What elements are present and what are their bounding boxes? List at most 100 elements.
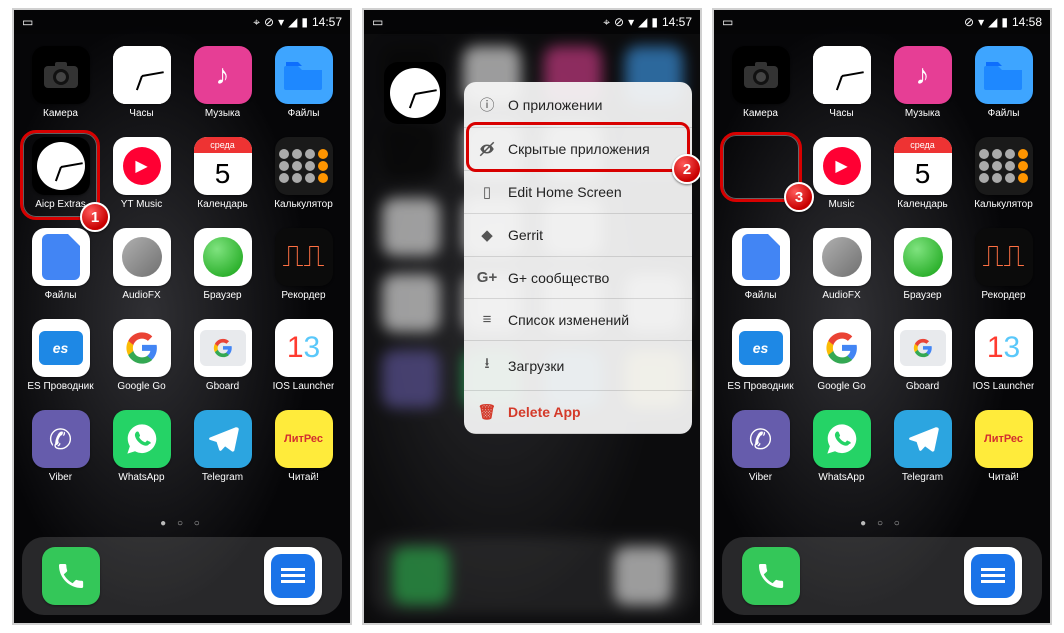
app-label: Читай! (988, 472, 1019, 483)
app-telegram[interactable]: Telegram (186, 410, 259, 483)
menu-label: Delete App (508, 404, 581, 420)
phone-screen-1: ▭ ⌖ ⊘ ▾ ◢ ▮ 14:57 Камера Часы ♪ Музыка (12, 8, 352, 625)
music-icon: ♪ (894, 46, 952, 104)
app-label: Камера (43, 108, 78, 119)
app-gboard[interactable]: Gboard (886, 319, 959, 392)
location-icon: ⌖ (253, 16, 260, 28)
phone-screen-2: ▭ ⌖ ⊘ ▾ ◢ ▮ 14:57 (362, 8, 702, 625)
app-recorder[interactable]: ⎍⎍Рекордер (967, 228, 1040, 301)
menu-edit-home[interactable]: ▯ Edit Home Screen (464, 171, 692, 214)
app-label: Viber (749, 472, 772, 483)
app-label: Gboard (206, 381, 239, 392)
app-label: Telegram (202, 472, 243, 483)
app-calculator[interactable]: Калькулятор (967, 137, 1040, 210)
dock (722, 537, 1042, 615)
home-grid: Камера Часы ♪ Музыка Файлы Aicp Extras ▶… (14, 34, 350, 483)
app-google-go[interactable]: Google Go (105, 319, 178, 392)
app-camera[interactable]: Камера (724, 46, 797, 119)
app-label: Файлы (288, 108, 320, 119)
app-music[interactable]: ♪ Музыка (886, 46, 959, 119)
app-label: Viber (49, 472, 72, 483)
app-files[interactable]: Файлы (967, 46, 1040, 119)
menu-gerrit[interactable]: ◆ Gerrit (464, 214, 692, 257)
telegram-icon (894, 410, 952, 468)
folder-icon (975, 46, 1033, 104)
download-icon: ⭳ (478, 353, 496, 378)
calendar-day: 5 (215, 153, 231, 195)
picture-icon: ▭ (372, 16, 383, 28)
location-icon: ⌖ (603, 16, 610, 28)
calculator-icon (975, 137, 1033, 195)
clock-icon (813, 46, 871, 104)
menu-hidden-apps[interactable]: Скрытые приложения (464, 128, 692, 171)
menu-about-app[interactable]: ⓘ О приложении (464, 82, 692, 128)
app-files[interactable]: Файлы (267, 46, 340, 119)
app-clock[interactable]: Часы (805, 46, 878, 119)
app-browser[interactable]: Браузер (186, 228, 259, 301)
app-label: Музыка (905, 108, 940, 119)
app-google-go[interactable]: Google Go (805, 319, 878, 392)
app-label: Google Go (117, 381, 165, 392)
battery-icon: ▮ (301, 16, 308, 28)
app-docs[interactable]: Файлы (24, 228, 97, 301)
document-icon (32, 228, 90, 286)
calendar-weekday: среда (194, 137, 252, 153)
menu-changelog[interactable]: ≡ Список изменений (464, 299, 692, 341)
app-es-explorer[interactable]: es ES Проводник (24, 319, 97, 392)
app-viber[interactable]: ✆Viber (724, 410, 797, 483)
calculator-icon (275, 137, 333, 195)
app-yt-music[interactable]: ▶ Music (805, 137, 878, 210)
app-docs[interactable]: Файлы (724, 228, 797, 301)
step-badge-3: 3 (784, 182, 814, 212)
google-go-icon (113, 319, 171, 377)
step-badge-1: 1 (80, 202, 110, 232)
telegram-icon (194, 410, 252, 468)
clock-text: 14:57 (312, 15, 342, 29)
folder-icon (275, 46, 333, 104)
ios-launcher-icon: 13 (975, 319, 1033, 377)
yt-music-icon: ▶ (813, 137, 871, 195)
app-label: Telegram (902, 472, 943, 483)
app-read[interactable]: ЛитРес Читай! (967, 410, 1040, 483)
menu-downloads[interactable]: ⭳ Загрузки (464, 341, 692, 391)
app-recorder[interactable]: ⎍⎍ Рекордер (267, 228, 340, 301)
menu-delete-app[interactable]: 🗑 Delete App (464, 391, 692, 434)
app-ios-launcher[interactable]: 13IOS Launcher (967, 319, 1040, 392)
menu-label: О приложении (508, 97, 602, 113)
app-calendar[interactable]: среда5Календарь (886, 137, 959, 210)
app-aicp-extras[interactable]: Aicp Extras (24, 137, 97, 210)
app-gboard[interactable]: Gboard (186, 319, 259, 392)
context-menu: ⓘ О приложении Скрытые приложения ▯ Edit… (464, 82, 692, 434)
app-music[interactable]: ♪ Музыка (186, 46, 259, 119)
app-audiofx[interactable]: AudioFX (105, 228, 178, 301)
recorder-icon: ⎍⎍ (275, 228, 333, 286)
app-telegram[interactable]: Telegram (886, 410, 959, 483)
app-viber[interactable]: ✆ Viber (24, 410, 97, 483)
dock-phone[interactable] (42, 547, 100, 605)
app-whatsapp[interactable]: WhatsApp (805, 410, 878, 483)
app-browser[interactable]: Браузер (886, 228, 959, 301)
app-camera[interactable]: Камера (24, 46, 97, 119)
read-icon: ЛитРес (975, 410, 1033, 468)
menu-gplus[interactable]: G+ G+ сообщество (464, 257, 692, 299)
app-yt-music[interactable]: ▶ YT Music (105, 137, 178, 210)
dock-messages[interactable] (964, 547, 1022, 605)
calendar-icon: среда 5 (194, 137, 252, 195)
dock-phone[interactable] (742, 547, 800, 605)
app-calculator[interactable]: Калькулятор (267, 137, 340, 210)
dragged-app-icon[interactable] (384, 62, 446, 124)
calendar-day: 5 (915, 153, 931, 195)
audiofx-icon (113, 228, 171, 286)
app-whatsapp[interactable]: WhatsApp (105, 410, 178, 483)
app-label: Music (828, 199, 854, 210)
app-audiofx[interactable]: AudioFX (805, 228, 878, 301)
camera-icon (32, 46, 90, 104)
dock-messages[interactable] (264, 547, 322, 605)
app-label: Файлы (988, 108, 1020, 119)
app-ios-launcher[interactable]: 13 IOS Launcher (267, 319, 340, 392)
app-es-explorer[interactable]: esES Проводник (724, 319, 797, 392)
clock-text: 14:58 (1012, 15, 1042, 29)
app-read[interactable]: ЛитРес Читай! (267, 410, 340, 483)
app-clock[interactable]: Часы (105, 46, 178, 119)
app-calendar[interactable]: среда 5 Календарь (186, 137, 259, 210)
